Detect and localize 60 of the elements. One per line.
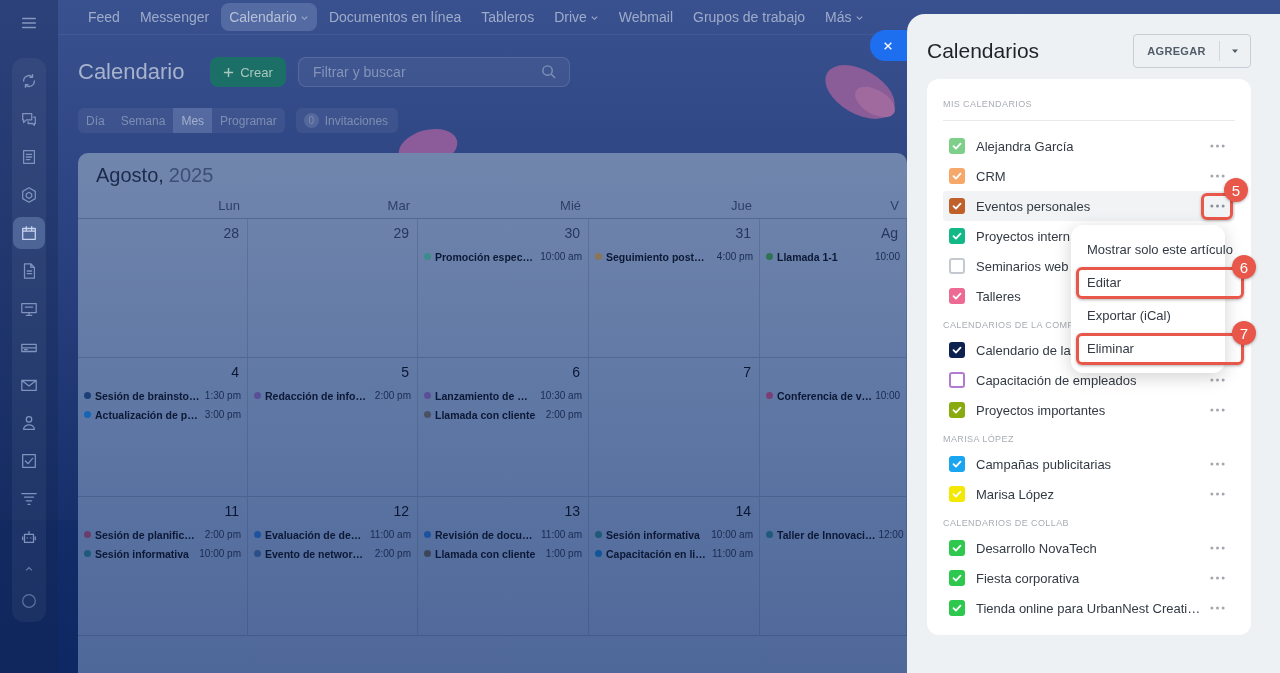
event-time: 3:00 pm [204,409,241,420]
event-time: 2:00 pm [374,548,411,559]
panel-title: Calendarios [927,39,1040,63]
event-time: 2:00 pm [374,390,411,401]
calendar-name: CRM [976,168,1006,184]
day-number: 31 [735,225,751,243]
day-number: 6 [572,364,580,382]
calendar-name: Proyectos intern [976,228,1070,244]
day-number: 13 [564,503,580,521]
day-number: 12 [393,503,409,521]
step-badge: 5 [1224,178,1248,202]
invitations-label: Invitaciones [324,113,389,128]
day-number: 7 [743,364,751,382]
month-title: Agosto, [96,164,164,186]
event-time: 10:00 am [711,529,753,540]
event-time: 10:00 [875,390,901,401]
event-time: 10:30 am [540,390,582,401]
event-time: 10:00 pm [199,548,241,559]
calendar-name: Talleres [976,288,1021,304]
event-time: 10:00 am [540,251,582,262]
event-time: 11:00 am [370,529,411,540]
day-number: 11 [224,503,239,521]
event-time: 2:00 pm [545,409,582,420]
weekday-label: Jue [731,197,752,213]
calendar-name: Capacitación de empleados [976,372,1137,388]
day-number: 30 [564,225,580,243]
event-time: 11:00 am [712,548,753,559]
step-badge: 6 [1232,255,1256,279]
event-time: 4:00 pm [716,251,753,262]
event-time: 12:00 [878,529,904,540]
day-number: 28 [223,225,239,243]
calendar-name: Campañas publicitarias [976,456,1112,472]
weekday-label: Lun [218,197,240,213]
event-time: 1:30 pm [204,390,241,401]
weekday-label: Mié [560,197,581,213]
section-title: CALENDARIOS DE COLLAB [943,517,1070,530]
calendar-name: Proyectos importantes [976,402,1106,418]
event-time: 1:00 pm [545,548,582,559]
day-number: 4 [231,364,239,382]
day-number: 5 [401,364,409,382]
calendar-name: Eventos personales [976,198,1091,214]
calendar-name: Tienda online para UrbanNest Creati… [976,600,1201,616]
calendar-name: Seminarios web [976,258,1069,274]
calendar-name: Fiesta corporativa [976,570,1080,586]
event-time: 10:00 [874,251,900,262]
day-number: 29 [393,225,409,243]
weekday-label: Mar [387,197,410,213]
calendar-name: Alejandra García [976,138,1074,154]
calendar-name: Marisa López [976,486,1055,502]
day-number: 14 [735,503,751,521]
event-time: 2:00 pm [204,529,241,540]
step-badge: 7 [1232,321,1256,345]
weekday-label: V [890,197,899,213]
day-number: Ag [880,225,898,243]
calendar-name: Desarrollo NovaTech [976,540,1097,556]
section-title: MARISA LÓPEZ [943,433,1015,446]
section-title: MIS CALENDARIOS [943,98,1034,111]
event-time: 11:00 am [541,529,582,540]
page-title: Calendario [78,59,186,85]
calendar-name: Calendario de la [976,342,1071,358]
